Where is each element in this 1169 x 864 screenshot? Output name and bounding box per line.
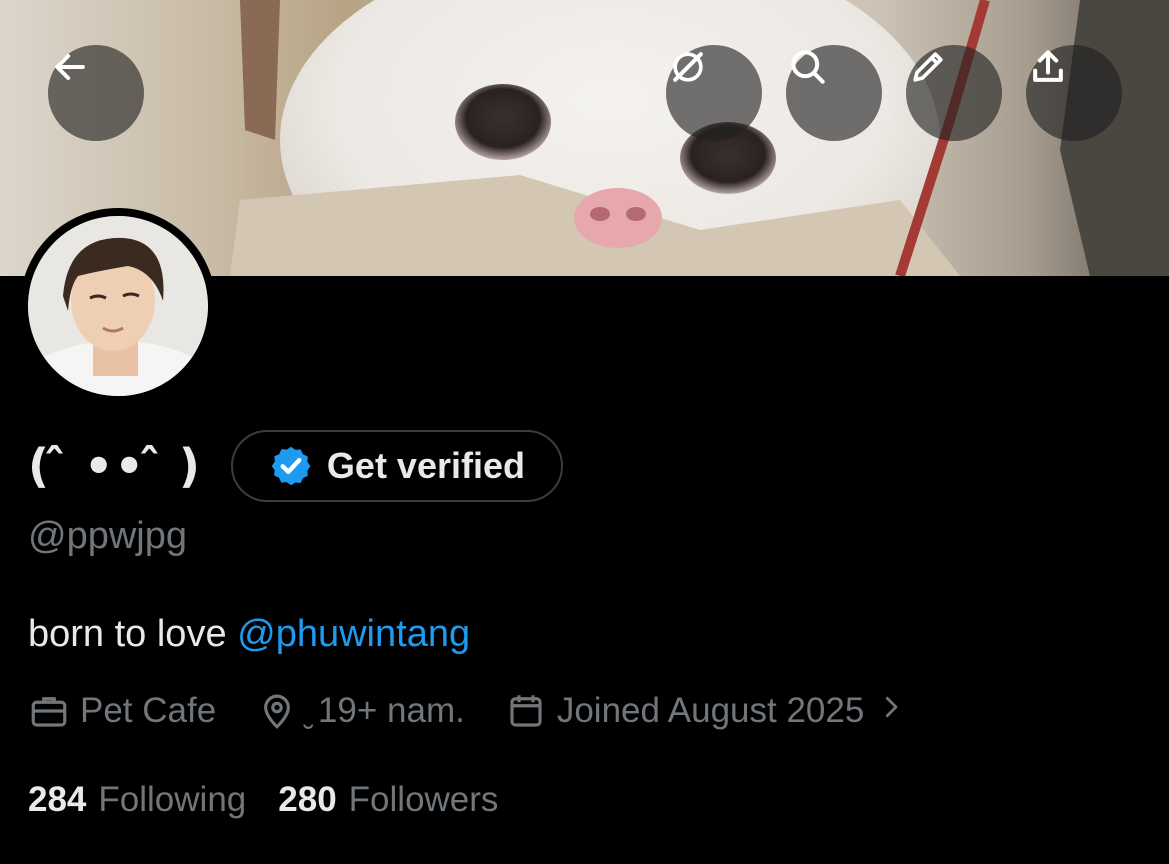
bio: born to love @phuwintang	[28, 613, 470, 656]
following-count: 284	[28, 780, 87, 819]
grok-button[interactable]	[666, 45, 762, 141]
get-verified-label: Get verified	[326, 445, 525, 486]
work-label: Pet Cafe	[80, 691, 217, 730]
joined-label: Joined August 2025	[556, 691, 865, 730]
location-pin-icon	[264, 694, 291, 729]
search-button[interactable]	[786, 45, 882, 141]
edit-button[interactable]	[906, 45, 1002, 141]
back-button[interactable]	[48, 45, 144, 141]
followers-link[interactable]: 280 Followers	[278, 780, 498, 820]
chevron-right-icon	[864, 691, 906, 731]
arrow-left-icon	[55, 53, 85, 81]
verified-badge-icon	[271, 446, 311, 486]
name-row: ( ̂ •• ̂ ) Get verified	[28, 430, 563, 502]
share-icon	[1033, 50, 1063, 82]
followers-count: 280	[278, 780, 337, 819]
location-item: ̮ 19+ nam.	[256, 690, 465, 732]
profile-page: ( ̂ •• ̂ ) Get verified @ppwjpg born to …	[0, 0, 1169, 864]
get-verified-button[interactable]: Get verified	[230, 430, 563, 502]
following-label: Following	[98, 780, 247, 819]
location-label: ̮ 19+ nam.	[308, 691, 465, 730]
briefcase-icon	[31, 697, 67, 727]
share-button[interactable]	[1026, 45, 1122, 141]
display-name: ( ̂ •• ̂ )	[28, 439, 201, 493]
bio-text: born to love	[28, 613, 238, 655]
avatar[interactable]	[20, 208, 216, 404]
avatar-photo	[28, 216, 208, 396]
follow-stats: 284 Following 280 Followers	[28, 780, 530, 820]
bio-mention-link[interactable]: @phuwintang	[237, 613, 470, 655]
grok-icon	[673, 52, 703, 82]
calendar-icon	[510, 695, 542, 727]
search-icon	[791, 50, 825, 84]
following-link[interactable]: 284 Following	[28, 780, 246, 820]
pencil-icon	[913, 52, 943, 82]
work-item: Pet Cafe	[28, 690, 216, 732]
followers-label: Followers	[348, 780, 499, 819]
profile-meta: Pet Cafe ̮ 19+ nam. Joined August 2025	[28, 690, 946, 732]
joined-item[interactable]: Joined August 2025	[505, 690, 906, 732]
user-handle: @ppwjpg	[28, 515, 187, 557]
